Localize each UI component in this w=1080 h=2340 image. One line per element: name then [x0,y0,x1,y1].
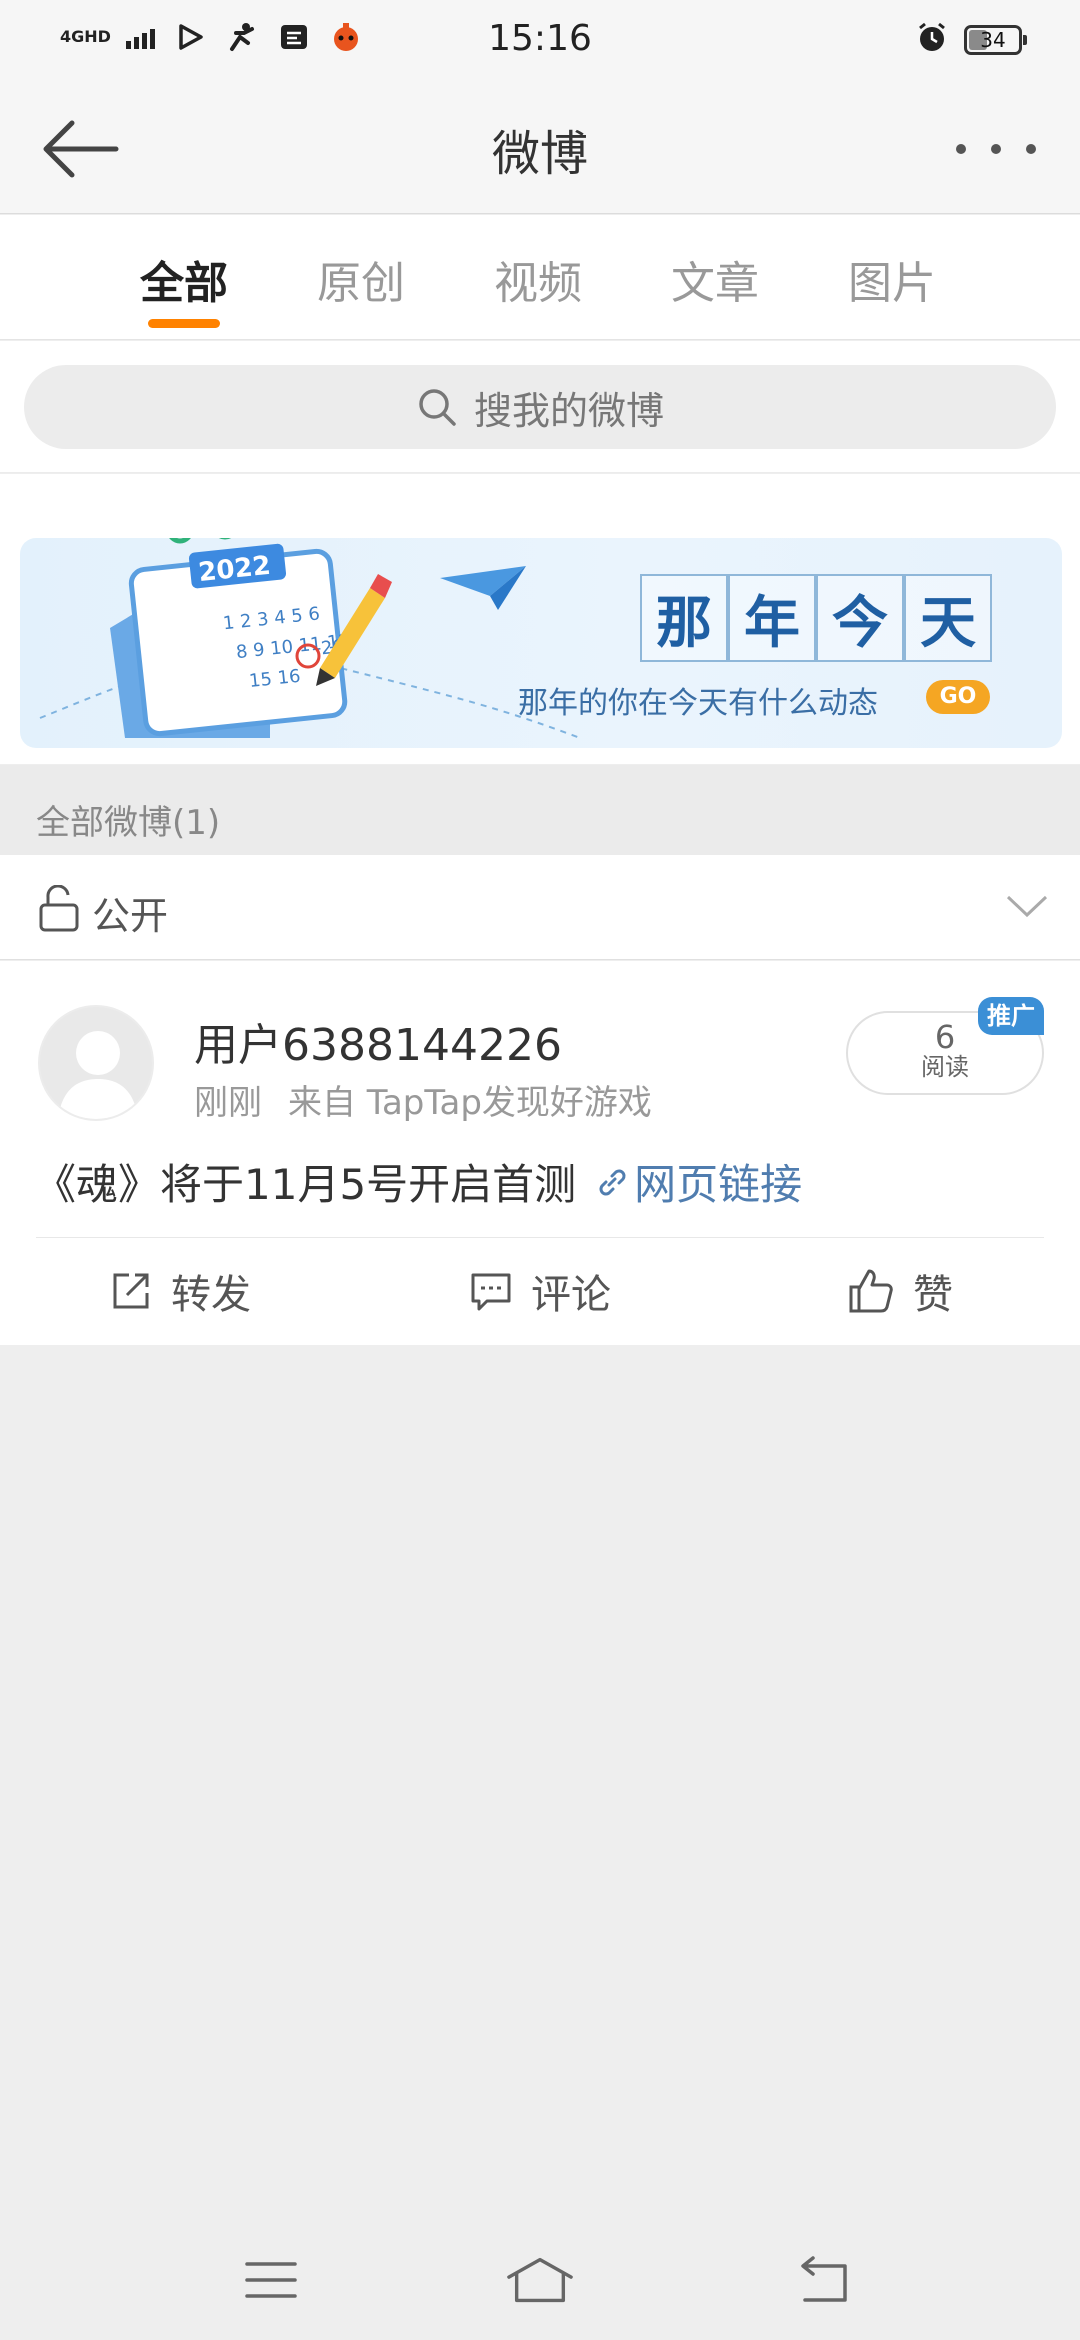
tab-video[interactable]: 视频 [478,247,598,311]
back-nav-button[interactable] [788,2250,858,2310]
page-title: 微博 [491,126,588,182]
web-link-label: 网页链接 [634,1160,803,1209]
banner-title-char: 那 [640,574,728,662]
link-icon [599,1169,626,1195]
like-button[interactable]: 赞 [720,1238,1080,1344]
post-actions: 转发 评论 赞 [0,1238,1080,1344]
post-source: 来自 TapTap发现好游戏 [288,1083,652,1123]
search-placeholder: 搜我的微博 [473,388,664,433]
banner-go-button[interactable]: GO [926,680,990,714]
post-text: 《魂》将于11月5号开启首测 [34,1160,577,1209]
repost-label: 转发 [171,1272,251,1318]
default-avatar-icon [58,1031,138,1119]
more-dot-icon [956,144,966,154]
avatar[interactable] [38,1005,154,1121]
home-nav-button[interactable] [505,2250,575,2310]
repost-button[interactable]: 转发 [0,1238,360,1344]
visibility-label: 公开 [92,894,169,938]
thumbs-up-icon [849,1269,893,1313]
home-icon [507,2257,573,2303]
search-icon [419,389,456,426]
post-username[interactable]: 用户6388144226 [194,1009,562,1073]
web-link[interactable]: 网页链接 [594,1151,802,1212]
banner-title: 那 年 今 天 [640,574,992,662]
menu-icon [245,2262,297,2298]
tab-all[interactable]: 全部 [124,247,244,311]
tab-article[interactable]: 文章 [655,247,775,311]
promote-badge[interactable]: 推广 [978,997,1044,1035]
post-time: 刚刚 [194,1083,262,1123]
chevron-down-icon[interactable] [1004,885,1050,925]
more-dot-icon [1026,144,1036,154]
search-section: 搜我的微博 [0,341,1080,473]
post-card[interactable]: 用户6388144226 刚刚 来自 TapTap发现好游戏 6 阅读 推广 《… [0,961,1080,1345]
system-nav-bar [0,2220,1080,2340]
banner-title-char: 天 [904,574,992,662]
banner-title-char: 今 [816,574,904,662]
unlock-icon [39,885,79,932]
comment-button[interactable]: 评论 [360,1238,720,1344]
menu-nav-button[interactable] [236,2250,306,2310]
search-input[interactable]: 搜我的微博 [24,365,1056,449]
on-this-day-banner[interactable]: 2022 1 2 3 4 5 6 8 9 10 11 12 15 16 20 那… [20,538,1062,748]
banner-title-char: 年 [728,574,816,662]
alarm-icon [916,22,948,58]
battery-icon: 34 [964,25,1027,55]
more-options-button[interactable] [956,124,1036,174]
status-icons-right: 34 [916,22,1027,58]
more-dot-icon [991,144,1001,154]
battery-level: 34 [980,28,1006,52]
tab-image[interactable]: 图片 [832,247,952,311]
comment-icon [471,1273,511,1311]
filter-tabs: 全部 原创 视频 文章 图片 [0,215,1080,340]
like-label: 赞 [913,1272,953,1318]
repost-icon [113,1273,149,1309]
active-tab-indicator [148,319,220,328]
return-icon [801,2256,847,2302]
comment-label: 评论 [531,1272,611,1318]
banner-subtitle: 那年的你在今天有什么动态 [518,686,878,721]
calendar-illustration: 2022 1 2 3 4 5 6 8 9 10 11 12 15 16 20 [39,538,580,739]
section-header: 全部微博(1) [0,765,1080,855]
title-bar: 微博 [0,84,1080,214]
tab-original[interactable]: 原创 [301,247,421,311]
read-label: 阅读 [921,1053,969,1081]
section-label: 全部微博(1) [36,803,221,843]
visibility-filter[interactable]: 公开 [0,855,1080,960]
status-bar: 4GHD 15:16 34 [0,0,1080,84]
banner-section: 2022 1 2 3 4 5 6 8 9 10 11 12 15 16 20 那… [0,474,1080,764]
post-content[interactable]: 《魂》将于11月5号开启首测 网页链接 [34,1151,802,1212]
post-meta: 刚刚 来自 TapTap发现好游戏 [194,1075,652,1124]
